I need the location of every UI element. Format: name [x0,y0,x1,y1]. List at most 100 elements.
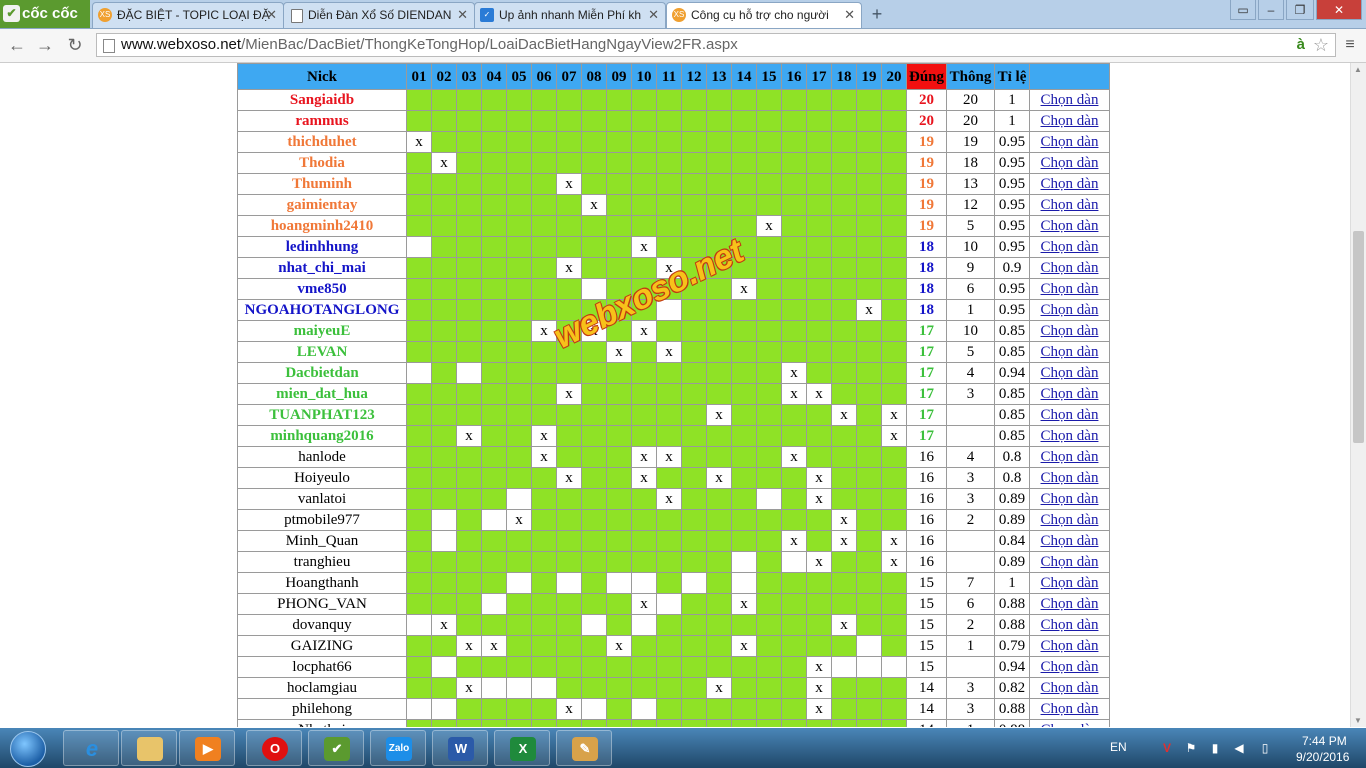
close-window-button[interactable]: ✕ [1316,0,1362,20]
restore-button[interactable]: ❐ [1286,0,1314,20]
chon-dan-link[interactable]: Chọn dàn [1041,512,1099,528]
thong-cell [946,551,995,573]
chon-dan-link[interactable]: Chọn dàn [1041,302,1099,318]
battery-icon[interactable]: ▯ [1258,741,1272,755]
day-cell [756,194,782,216]
tab-cong-cu[interactable]: XS Công cụ hỗ trợ cho người ✕ [666,2,862,28]
day-cell [806,110,832,132]
chon-dan-link[interactable]: Chọn dàn [1041,92,1099,108]
vietkey-icon[interactable]: V [1160,741,1174,755]
back-button[interactable]: ← [6,34,28,56]
chon-dan-link[interactable]: Chọn dàn [1041,344,1099,360]
chon-dan-link[interactable]: Chọn dàn [1041,638,1099,654]
nick-cell: thichduhet [237,131,407,153]
chon-dan-link[interactable]: Chọn dàn [1041,176,1099,192]
chon-dan-link[interactable]: Chọn dàn [1041,470,1099,486]
chon-dan-link[interactable]: Chọn dàn [1041,218,1099,234]
bookmark-star-icon[interactable]: ☆ [1313,34,1329,56]
scroll-up-icon[interactable]: ▲ [1354,65,1362,74]
chon-dan-link[interactable]: Chọn dàn [1041,197,1099,213]
address-bar[interactable]: www.webxoso.net/MienBac/DacBiet/ThongKeT… [96,33,1336,57]
taskbar-zalo[interactable]: Zalo [370,730,426,766]
taskbar-word[interactable]: W [432,730,488,766]
tile-cell: 0.95 [994,131,1030,153]
day-cell [856,572,882,594]
day-cell [731,341,757,363]
chon-dan-link[interactable]: Chọn dàn [1041,155,1099,171]
close-tab-icon[interactable]: ✕ [648,3,659,27]
miss-mark: x [531,425,557,447]
day-cell [506,614,532,636]
tab-dien-dan[interactable]: Diễn Đàn Xổ Số DIENDAN ✕ [283,2,475,28]
close-tab-icon[interactable]: ✕ [844,3,855,27]
table-row: Thodia x 19 18 0.95 Chọn dàn [237,152,1110,174]
chon-dan-link[interactable]: Chọn dàn [1041,554,1099,570]
taskbar-paint[interactable]: ✎ [556,730,612,766]
chon-dan-link[interactable]: Chọn dàn [1041,575,1099,591]
browser-menu-icon[interactable]: ≡ [1342,35,1358,55]
link-cell: Chọn dàn [1029,635,1110,657]
chon-dan-link[interactable]: Chọn dàn [1041,428,1099,444]
minimize-button[interactable]: – [1258,0,1284,20]
taskbar-excel[interactable]: X [494,730,550,766]
day-cell [556,446,582,468]
network-icon[interactable]: ▮ [1208,741,1222,755]
close-tab-icon[interactable]: ✕ [266,3,277,27]
miss-mark: x [781,446,807,468]
tab-up-anh[interactable]: ✓ Up ảnh nhanh Miễn Phí kh ✕ [474,2,666,28]
chon-dan-link[interactable]: Chọn dàn [1041,533,1099,549]
chon-dan-link[interactable]: Chọn dàn [1041,680,1099,696]
reload-button[interactable]: ↻ [64,34,86,56]
chon-dan-link[interactable]: Chọn dàn [1041,491,1099,507]
tile-cell: 1 [994,572,1030,594]
chon-dan-link[interactable]: Chọn dàn [1041,722,1099,727]
day-cell [756,110,782,132]
coccoc-logo[interactable]: ✔ cốc cốc [0,0,90,28]
scroll-thumb[interactable] [1353,231,1364,443]
flag-icon[interactable]: ⚑ [1184,741,1198,755]
chon-dan-link[interactable]: Chọn dàn [1041,239,1099,255]
dung-cell: 14 [906,719,947,727]
language-indicator[interactable]: EN [1110,740,1127,754]
day-cell [681,446,707,468]
link-cell: Chọn dàn [1029,446,1110,468]
taskbar-coccoc[interactable]: ✔ [308,730,364,766]
translate-icon[interactable]: à [1297,34,1305,56]
taskbar-ie[interactable]: e [63,730,119,766]
header-day: 06 [531,63,557,90]
taskbar-media[interactable]: ▶ [179,730,235,766]
chon-dan-link[interactable]: Chọn dàn [1041,323,1099,339]
chon-dan-link[interactable]: Chọn dàn [1041,113,1099,129]
start-button[interactable] [2,729,54,767]
taskbar-opera[interactable]: O [246,730,302,766]
chon-dan-link[interactable]: Chọn dàn [1041,386,1099,402]
chon-dan-link[interactable]: Chọn dàn [1041,617,1099,633]
chon-dan-link[interactable]: Chọn dàn [1041,407,1099,423]
tab-dac-biet-topic[interactable]: XS ĐẶC BIỆT - TOPIC LOẠI ĐẶ ✕ [92,2,284,28]
close-tab-icon[interactable]: ✕ [457,3,468,27]
chon-dan-link[interactable]: Chọn dàn [1041,365,1099,381]
chon-dan-link[interactable]: Chọn dàn [1041,281,1099,297]
day-cell [506,110,532,132]
clock-time[interactable]: 7:44 PM [1302,734,1347,748]
dung-cell: 18 [906,236,947,258]
chon-dan-link[interactable]: Chọn dàn [1041,659,1099,675]
tile-cell: 1 [994,110,1030,132]
chon-dan-link[interactable]: Chọn dàn [1041,134,1099,150]
forward-button[interactable]: → [34,34,56,56]
scroll-down-icon[interactable]: ▼ [1354,716,1362,725]
chon-dan-link[interactable]: Chọn dàn [1041,449,1099,465]
day-cell [806,719,832,727]
clock-date[interactable]: 9/20/2016 [1296,750,1349,764]
window-menu-button[interactable]: ▭ [1230,0,1256,20]
volume-icon[interactable]: ◀ [1232,741,1246,755]
new-tab-button[interactable]: + [866,4,888,24]
link-cell: Chọn dàn [1029,278,1110,300]
chon-dan-link[interactable]: Chọn dàn [1041,596,1099,612]
chon-dan-link[interactable]: Chọn dàn [1041,260,1099,276]
day-cell [756,635,782,657]
day-cell [431,467,457,489]
taskbar-explorer[interactable] [121,730,177,766]
chon-dan-link[interactable]: Chọn dàn [1041,701,1099,717]
vertical-scrollbar[interactable]: ▲ ▼ [1350,63,1366,727]
